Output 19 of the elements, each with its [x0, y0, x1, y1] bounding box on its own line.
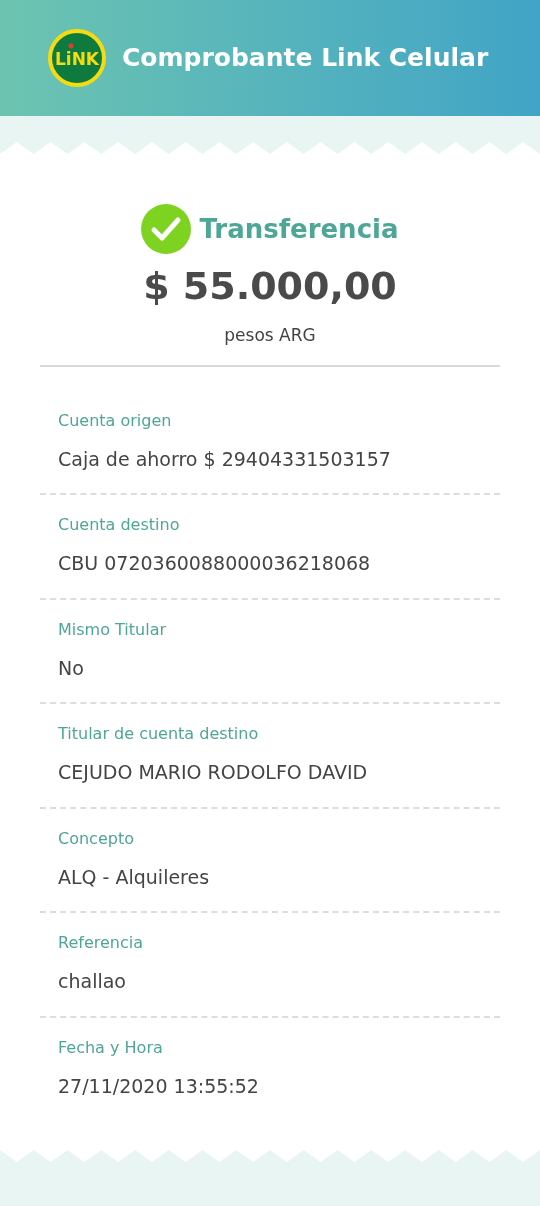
field-value: No: [58, 655, 85, 681]
field-value: ALQ - Alquileres: [58, 864, 211, 890]
field-value: CEJUDO MARIO RODOLFO DAVID: [58, 760, 369, 785]
field-label: Mismo Titular: [58, 618, 167, 641]
field-label: Referencia: [58, 932, 144, 954]
logo: LiNK: [48, 29, 106, 87]
field-label: Fecha y Hora: [58, 1036, 164, 1059]
header-title: Comprobante Link Celular: [122, 42, 489, 75]
field-label: Cuenta destino: [58, 514, 181, 536]
field-value: CBU 0720360088000036218068: [58, 551, 372, 576]
field-value: challao: [58, 969, 127, 994]
currency: pesos ARG: [223, 324, 317, 347]
amount: $ 55.000,00: [142, 263, 398, 310]
field-label: Concepto: [58, 827, 135, 850]
transaction-type: Transferencia: [199, 212, 399, 246]
field-value: Caja de ahorro $ 29404331503157: [58, 446, 392, 472]
field-label: Titular de cuenta destino: [58, 723, 260, 745]
field-label: Cuenta origen: [58, 409, 173, 432]
field-value: 27/11/2020 13:55:52: [58, 1073, 260, 1099]
